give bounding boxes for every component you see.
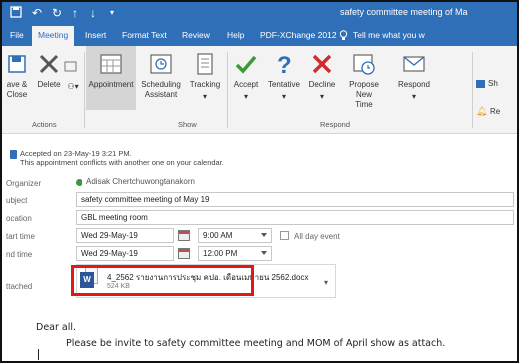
save-close-button[interactable]: ave & Close — [2, 46, 32, 110]
organizer-label: Organizer — [6, 179, 42, 188]
subject-label: ubject — [6, 196, 28, 205]
show-as-icon — [476, 80, 485, 88]
show-as-button[interactable]: Sh — [476, 78, 516, 96]
start-time-field[interactable]: 9:00 AM — [198, 228, 272, 243]
group-respond-label: Respond — [320, 120, 351, 129]
tentative-button[interactable]: ? Tentative ▾ — [264, 46, 304, 110]
scheduling-assistant-button[interactable]: Scheduling Assistant — [136, 46, 186, 110]
show-as-label: Sh — [488, 79, 498, 88]
reminder-label: Re — [490, 107, 501, 116]
ribbon-separator — [84, 52, 85, 128]
scheduling-icon — [150, 54, 172, 74]
start-date-field[interactable]: Wed 29-May-19 — [76, 228, 174, 243]
accepted-info: Accepted on 23-May-19 3:21 PM. — [20, 149, 132, 158]
message-body: Please be invite to safety committee mee… — [66, 338, 446, 349]
end-time-label: nd time — [6, 250, 33, 259]
propose-new-time-button[interactable]: Propose New Time — [340, 46, 388, 110]
customize-icon[interactable]: ▾ — [110, 6, 114, 20]
start-time-value: 9:00 AM — [203, 231, 233, 240]
propose-label: Propose New Time — [349, 80, 379, 109]
all-day-checkbox[interactable] — [280, 231, 289, 240]
ribbon: ave & Close Delete ⚇▾ Actions Appointmen… — [2, 46, 517, 134]
end-date-calendar-icon[interactable] — [178, 248, 190, 259]
tab-help[interactable]: Help — [227, 30, 244, 40]
respond-dropdown-icon: ▾ — [411, 92, 416, 101]
decline-button[interactable]: Decline ▾ — [304, 46, 340, 110]
all-day-label: All day event — [294, 232, 340, 241]
svg-text:?: ? — [277, 52, 292, 76]
title-bar: ↶ ↻ ↑ ↓ ▾ safety committee meeting of Ma — [2, 2, 517, 24]
tab-file[interactable]: File — [10, 30, 24, 40]
attachment-dropdown-icon[interactable]: ▾ — [324, 278, 328, 287]
tracking-label: Tracking — [189, 80, 221, 89]
accept-button[interactable]: Accept ▾ — [228, 46, 264, 110]
respond-button[interactable]: Respond ▾ — [388, 46, 440, 110]
outlook-meeting-window: ↶ ↻ ↑ ↓ ▾ safety committee meeting of Ma… — [0, 0, 519, 363]
question-icon: ? — [277, 52, 292, 76]
accept-check-icon — [235, 55, 257, 74]
ribbon-tabs: File Meeting Insert Format Text Review H… — [2, 24, 517, 46]
decline-label: Decline — [308, 80, 336, 89]
tab-pdf-xchange[interactable]: PDF-XChange 2012 — [260, 30, 337, 40]
organizer-name[interactable]: Adisak Chertchuwongtanakorn — [82, 175, 199, 190]
end-time-field[interactable]: 12:00 PM — [198, 246, 272, 261]
bell-icon: 🔔︎ — [476, 106, 488, 116]
accept-label: Accept — [233, 80, 259, 89]
appointment-button[interactable]: Appointment — [86, 46, 136, 110]
lightbulb-icon — [339, 30, 348, 43]
undo-icon[interactable]: ↶ — [32, 6, 42, 20]
down-icon[interactable]: ↓ — [90, 6, 96, 20]
redo-icon[interactable]: ↻ — [52, 6, 62, 20]
group-actions-label: Actions — [32, 120, 57, 129]
start-time-label: tart time — [6, 232, 35, 241]
respond-label: Respond — [397, 80, 431, 89]
message-greeting: Dear all. — [36, 322, 77, 333]
up-icon[interactable]: ↑ — [72, 6, 78, 20]
info-icon — [10, 150, 17, 159]
reminder-button[interactable]: 🔔︎ Re — [476, 106, 516, 124]
save-icon[interactable] — [10, 6, 22, 20]
propose-time-icon — [353, 54, 375, 75]
save-close-icon — [8, 55, 26, 73]
more-actions-button[interactable]: ⚇▾ — [64, 46, 82, 110]
start-time-dropdown-icon — [261, 233, 267, 237]
accept-dropdown-icon: ▾ — [243, 92, 248, 101]
decline-x-icon — [312, 54, 332, 74]
tentative-label: Tentative — [267, 80, 301, 89]
end-date-field[interactable]: Wed 29-May-19 — [76, 246, 174, 261]
respond-icon — [403, 56, 425, 72]
forward-icon — [64, 61, 77, 72]
tab-meeting[interactable]: Meeting — [32, 26, 75, 46]
group-show-label: Show — [178, 120, 197, 129]
flag-icon: ⚇▾ — [67, 82, 79, 91]
tentative-dropdown-icon: ▾ — [281, 92, 286, 101]
end-time-value: 12:00 PM — [203, 249, 238, 258]
tab-format-text[interactable]: Format Text — [122, 30, 167, 40]
end-time-dropdown-icon — [261, 251, 267, 255]
text-cursor — [38, 349, 39, 360]
decline-dropdown-icon: ▾ — [319, 92, 324, 101]
delete-label: Delete — [37, 80, 61, 89]
scheduling-label: Scheduling Assistant — [141, 80, 181, 99]
conflict-info: This appointment conflicts with another … — [20, 158, 224, 167]
tab-review[interactable]: Review — [182, 30, 210, 40]
tracking-button[interactable]: Tracking ▾ — [186, 46, 224, 110]
tab-insert[interactable]: Insert — [85, 30, 106, 40]
delete-icon — [39, 54, 59, 74]
tell-me-search[interactable]: Tell me what you w — [353, 30, 425, 40]
save-close-label: ave & Close — [6, 80, 28, 99]
window-title: safety committee meeting of Ma — [340, 7, 468, 17]
calendar-icon — [100, 54, 122, 74]
tracking-dropdown-icon: ▾ — [202, 92, 207, 101]
subject-field[interactable]: safety committee meeting of May 19 — [76, 192, 514, 207]
appointment-label: Appointment — [88, 80, 134, 89]
tracking-icon — [197, 53, 213, 75]
start-date-calendar-icon[interactable] — [178, 230, 190, 241]
ribbon-separator — [472, 52, 473, 128]
delete-button[interactable]: Delete — [34, 46, 64, 110]
location-field[interactable]: GBL meeting room — [76, 210, 514, 225]
highlight-box — [71, 265, 254, 296]
attached-label: ttached — [6, 282, 33, 291]
location-label: ocation — [6, 214, 32, 223]
